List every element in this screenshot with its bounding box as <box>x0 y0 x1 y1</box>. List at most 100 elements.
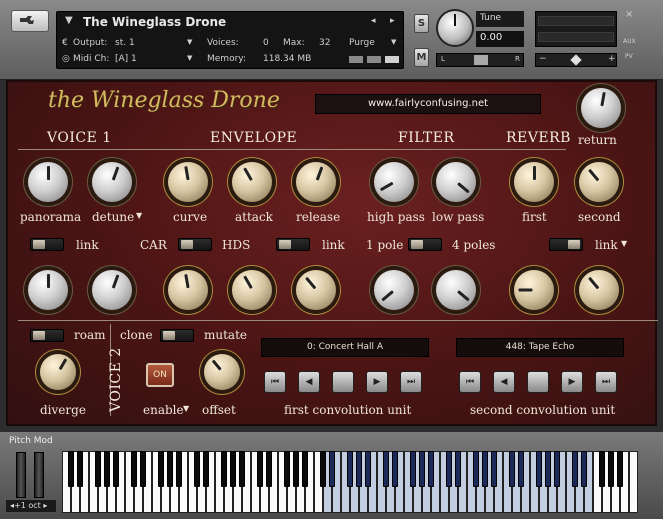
black-key[interactable] <box>293 451 299 487</box>
voice2-panorama-knob[interactable] <box>28 270 68 310</box>
close-icon[interactable]: × <box>625 9 633 20</box>
white-key[interactable] <box>629 451 638 513</box>
black-key[interactable] <box>491 451 497 487</box>
black-key[interactable] <box>266 451 272 487</box>
prev-instrument-icon[interactable]: ◂ <box>371 16 376 26</box>
purge-dropdown-icon[interactable]: ▼ <box>391 38 396 46</box>
pitch-mod-wheel[interactable] <box>16 452 26 498</box>
diverge-knob[interactable] <box>40 354 76 390</box>
conv2-preset-display[interactable]: 448: Tape Echo <box>456 338 624 357</box>
black-key[interactable] <box>446 451 452 487</box>
enable-dropdown-icon[interactable]: ▼ <box>183 404 189 413</box>
voice1-reverb-second-knob[interactable] <box>579 162 619 202</box>
midi-dropdown-icon[interactable]: ▼ <box>187 54 192 62</box>
black-key[interactable] <box>356 451 362 487</box>
pan-slider[interactable]: L R <box>436 53 524 67</box>
black-key[interactable] <box>113 451 119 487</box>
piano-keyboard[interactable] <box>62 432 647 519</box>
reverb-return-knob[interactable] <box>581 88 621 128</box>
black-key[interactable] <box>77 451 83 487</box>
clone-mutate-toggle[interactable] <box>160 329 194 342</box>
max-voices-value[interactable]: 32 <box>319 38 330 48</box>
voice2-reverb-first-knob[interactable] <box>514 270 554 310</box>
mod-wheel[interactable] <box>34 452 44 498</box>
black-key[interactable] <box>302 451 308 487</box>
voice2-curve-knob[interactable] <box>168 270 208 310</box>
black-key[interactable] <box>365 451 371 487</box>
black-key[interactable] <box>554 451 560 487</box>
envelope-link-toggle[interactable] <box>276 238 310 251</box>
midi-channel-value[interactable]: [A] 1 <box>115 54 137 64</box>
website-url[interactable]: www.fairlyconfusing.net <box>315 94 541 114</box>
pan-handle[interactable] <box>474 55 488 65</box>
black-key[interactable] <box>419 451 425 487</box>
conv1-prev-button[interactable]: ◀ <box>298 371 320 393</box>
black-key[interactable] <box>518 451 524 487</box>
black-key[interactable] <box>140 451 146 487</box>
voice2-detune-knob[interactable] <box>92 270 132 310</box>
voice1-low-pass-knob[interactable] <box>436 162 476 202</box>
conv2-stop-button[interactable] <box>527 371 549 393</box>
tune-knob[interactable] <box>438 11 472 45</box>
black-key[interactable] <box>131 451 137 487</box>
voice2-reverb-second-knob[interactable] <box>579 270 619 310</box>
black-key[interactable] <box>230 451 236 487</box>
voice1-attack-knob[interactable] <box>232 162 272 202</box>
voice1-release-knob[interactable] <box>296 162 336 202</box>
next-instrument-icon[interactable]: ▸ <box>390 16 395 26</box>
conv1-next-button[interactable]: ▶ <box>366 371 388 393</box>
black-key[interactable] <box>572 451 578 487</box>
reverb-link-dropdown-icon[interactable]: ▼ <box>621 239 627 248</box>
voice1-curve-knob[interactable] <box>168 162 208 202</box>
black-key[interactable] <box>158 451 164 487</box>
black-key[interactable] <box>410 451 416 487</box>
black-key[interactable] <box>509 451 515 487</box>
filter-poles-toggle[interactable] <box>408 238 442 251</box>
black-key[interactable] <box>176 451 182 487</box>
black-key[interactable] <box>617 451 623 487</box>
black-key[interactable] <box>194 451 200 487</box>
roam-toggle[interactable] <box>30 329 64 342</box>
black-key[interactable] <box>284 451 290 487</box>
black-key[interactable] <box>203 451 209 487</box>
car-hds-toggle[interactable] <box>178 238 212 251</box>
black-key[interactable] <box>239 451 245 487</box>
mute-button[interactable]: M <box>414 48 429 67</box>
voice1-high-pass-knob[interactable] <box>374 162 414 202</box>
black-key[interactable] <box>167 451 173 487</box>
solo-button[interactable]: S <box>414 14 429 33</box>
voice1-panorama-knob[interactable] <box>28 162 68 202</box>
black-key[interactable] <box>545 451 551 487</box>
conv1-stop-button[interactable] <box>332 371 354 393</box>
output-value[interactable]: st. 1 <box>115 38 135 48</box>
octave-shift[interactable]: ◂+1 oct ▸ <box>6 500 56 512</box>
instrument-name[interactable]: The Wineglass Drone <box>83 15 226 29</box>
voice1-reverb-first-knob[interactable] <box>514 162 554 202</box>
conv2-prev-button[interactable]: ◀ <box>493 371 515 393</box>
voice2-on-button[interactable]: ON <box>146 363 174 387</box>
black-key[interactable] <box>257 451 263 487</box>
black-key[interactable] <box>95 451 101 487</box>
black-key[interactable] <box>599 451 605 487</box>
expand-arrow-icon[interactable]: ▼ <box>65 15 73 26</box>
black-key[interactable] <box>320 451 326 487</box>
voice2-low-pass-knob[interactable] <box>436 270 476 310</box>
black-key[interactable] <box>329 451 335 487</box>
voice2-high-pass-knob[interactable] <box>374 270 414 310</box>
octave-up-icon[interactable]: ▸ <box>41 501 47 510</box>
black-key[interactable] <box>104 451 110 487</box>
purge-menu[interactable]: Purge <box>349 38 375 48</box>
volume-slider[interactable]: − + <box>535 53 617 67</box>
conv1-preset-display[interactable]: 0: Concert Hall A <box>261 338 429 357</box>
volume-handle[interactable] <box>570 54 582 66</box>
conv2-next-button[interactable]: ▶ <box>561 371 583 393</box>
black-key[interactable] <box>392 451 398 487</box>
wrench-icon-button[interactable] <box>11 10 49 32</box>
conv2-first-button[interactable]: ⏮ <box>459 371 481 393</box>
conv2-last-button[interactable]: ⏭ <box>595 371 617 393</box>
black-key[interactable] <box>221 451 227 487</box>
black-key[interactable] <box>383 451 389 487</box>
voice1-detune-knob[interactable] <box>92 162 132 202</box>
conv1-first-button[interactable]: ⏮ <box>264 371 286 393</box>
offset-knob[interactable] <box>204 354 240 390</box>
